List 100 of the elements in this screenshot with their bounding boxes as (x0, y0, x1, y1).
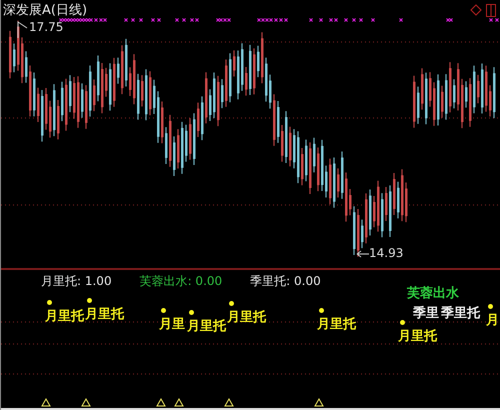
candlestick (125, 38, 128, 87)
indicator-value: 季里托: 0.00 (250, 273, 321, 290)
candlestick (237, 50, 240, 100)
candlestick (45, 88, 48, 130)
arrow-icon (356, 250, 370, 258)
indicator-value: 月里托: 1.00 (41, 273, 112, 290)
candlestick (341, 151, 344, 200)
candlestick (441, 85, 444, 118)
candlestick (149, 70, 152, 116)
candlestick (265, 57, 268, 102)
candlestick (181, 121, 184, 174)
candlestick (25, 50, 28, 84)
candlestick (297, 130, 300, 184)
candlestick (209, 88, 212, 122)
candlestick (453, 78, 456, 109)
triangle-marker (41, 398, 51, 406)
indicator-value: 芙蓉出水: 0.00 (140, 273, 222, 290)
candlestick (321, 139, 324, 192)
candlestick (161, 100, 164, 144)
candlestick (285, 110, 288, 164)
signal-label: 月里 (159, 316, 185, 333)
candlestick (81, 82, 84, 118)
candlestick (345, 172, 348, 222)
signal-label: 月里托 (227, 309, 266, 326)
candlestick (109, 62, 112, 112)
candlestick (65, 78, 68, 132)
candlestick (189, 118, 192, 160)
candlestick (413, 75, 416, 128)
candlestick (205, 72, 208, 124)
candlestick (485, 65, 488, 112)
candlestick (277, 100, 280, 144)
candlestick (229, 52, 232, 103)
candlestick (365, 192, 368, 244)
candlestick (433, 82, 436, 126)
candlestick (405, 182, 408, 223)
candlestick (329, 158, 332, 205)
candlestick (249, 44, 252, 96)
candlestick (465, 80, 468, 108)
triangle-marker (156, 398, 166, 406)
signal-label: 月里托 (45, 309, 84, 325)
candlestick (421, 68, 424, 110)
triangle-marker (81, 398, 91, 406)
candlestick (37, 87, 40, 123)
candlestick (473, 65, 476, 114)
candlestick (145, 68, 148, 121)
signal-dot-icon (400, 320, 405, 325)
candlestick (449, 62, 452, 113)
candlestick (301, 148, 304, 186)
candlestick (117, 57, 120, 84)
candlestick (289, 126, 292, 167)
candlestick (21, 36, 24, 84)
signal-label: 季里托 (441, 304, 480, 322)
candlestick (165, 126, 168, 164)
candlestick (157, 90, 160, 144)
candlestick (105, 67, 108, 98)
candlestick (269, 74, 272, 110)
candlestick (153, 79, 156, 114)
candlestick (197, 102, 200, 138)
candlestick (333, 157, 336, 208)
candlestick (201, 96, 204, 141)
candlestick (377, 180, 380, 232)
candlestick (49, 100, 52, 138)
candlestick (337, 168, 340, 198)
candlestick (353, 206, 356, 256)
split-panel-icon[interactable] (486, 4, 496, 17)
candlestick (305, 139, 308, 182)
candlestick (137, 73, 140, 120)
candlestick (185, 124, 188, 162)
candlestick (101, 62, 104, 114)
candlestick (133, 54, 136, 105)
candlestick (253, 48, 256, 95)
leader-line (18, 21, 28, 38)
candlestick (193, 112, 196, 166)
chart-title: 深发展A(日线) (3, 2, 88, 19)
candlestick (29, 65, 32, 118)
candlestick (141, 74, 144, 108)
diamond-icon[interactable] (470, 4, 482, 16)
signal-label: 月 (486, 312, 499, 329)
candlestick (113, 57, 116, 108)
candlestick (73, 76, 76, 120)
candlestick (393, 172, 396, 216)
candlestick (177, 128, 180, 169)
candlestick (457, 62, 460, 111)
candlestick (129, 66, 132, 96)
candlestick (389, 184, 392, 238)
candlestick (313, 137, 316, 173)
signal-label: 月里托 (398, 328, 437, 345)
signal-dot-icon (161, 308, 166, 313)
candlestick (397, 181, 400, 219)
candlestick (317, 146, 320, 192)
candlestick (489, 84, 492, 117)
candlestick (257, 45, 260, 78)
candlestick (401, 168, 404, 222)
candlestick (41, 89, 44, 142)
candlestick (293, 128, 296, 169)
candlestick (53, 84, 56, 137)
candlestick (33, 72, 36, 117)
candlestick (429, 72, 432, 108)
signal-dot-icon (189, 310, 194, 315)
candlestick (281, 124, 284, 162)
